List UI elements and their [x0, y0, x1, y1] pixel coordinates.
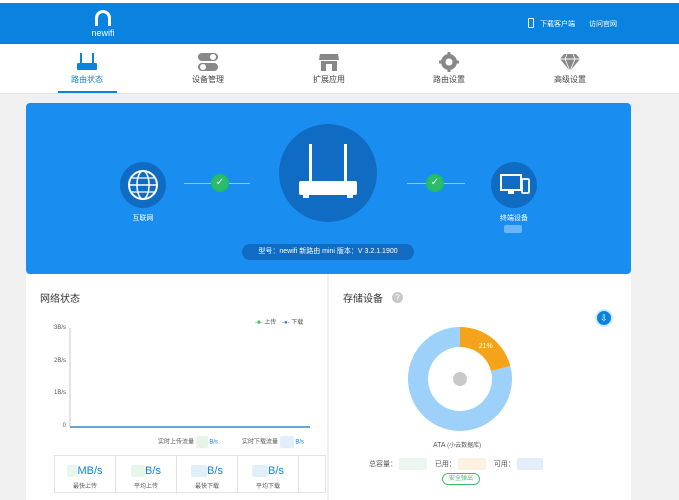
device-name: ATA: [433, 442, 446, 449]
realtime-download-unit: B/s: [295, 439, 305, 446]
active-tab-indicator: [58, 91, 117, 93]
main-nav: 路由状态 设备管理 扩展应用 路由设置 高级设置: [0, 44, 679, 94]
traffic-stats: MB/s 最快上传 B/s 平均上传 B/s 最快下载 B/s 平均下载: [54, 455, 326, 494]
router-icon: [77, 53, 97, 70]
device-note: (小云数据库): [447, 443, 482, 449]
tab-label: 扩展应用: [313, 75, 345, 84]
help-icon[interactable]: ?: [392, 292, 403, 303]
total-label: 总容量：: [369, 460, 397, 468]
stat-unit: B/s: [145, 465, 161, 477]
stat-label: 最快上传: [72, 484, 97, 490]
tab-device-management[interactable]: 设备管理: [168, 44, 248, 94]
devices-node[interactable]: [491, 162, 537, 208]
stat-unit: B/s: [268, 465, 284, 477]
router-node[interactable]: [279, 124, 377, 222]
stat-value: B/s: [177, 465, 237, 478]
internet-label: 互联网: [132, 215, 154, 222]
available-label: 可用：: [493, 460, 515, 468]
used-percent-label: 21%: [479, 343, 493, 350]
tab-router-status[interactable]: 路由状态: [47, 44, 127, 94]
tab-extension-apps[interactable]: 扩展应用: [289, 44, 369, 94]
realtime-upload: 实时上传流量 B/s: [158, 436, 218, 448]
stat-value: B/s: [238, 465, 298, 478]
stat-label: 平均下载: [255, 484, 280, 490]
storage-panel: 存储设备 ? ⇩ 21% ATA (小云数据库) 总容量： 已用： 可用： 安全…: [329, 274, 631, 500]
tab-label: 设备管理: [192, 75, 224, 84]
device-count-redacted: [504, 225, 522, 233]
tab-label: 路由状态: [71, 75, 103, 84]
toggle-icon: [198, 53, 218, 71]
internet-node[interactable]: [120, 162, 166, 208]
tab-label: 高级设置: [554, 75, 586, 84]
visit-official-link[interactable]: 访问官网: [589, 19, 617, 29]
redacted-value: [457, 458, 486, 470]
globe-icon: [128, 170, 158, 200]
stat-unit: B/s: [207, 465, 223, 477]
redacted-value: [398, 458, 427, 470]
stat-avg-download: B/s 平均下载: [238, 456, 299, 494]
network-status-panel: 网络状态 -■- 上传 -●- 下载 3B/s 2B/s 1B/s 0 实时上传…: [26, 274, 327, 500]
stat-value: B/s: [116, 465, 176, 478]
realtime-upload-label: 实时上传流量: [158, 439, 195, 446]
tab-advanced-settings[interactable]: 高级设置: [530, 44, 610, 94]
logo-text: newifi: [91, 28, 115, 38]
stat-max-download: B/s 最快下载: [177, 456, 238, 494]
realtime-upload-unit: B/s: [209, 439, 219, 446]
tab-label: 路由设置: [433, 75, 465, 84]
stat-unit: MB/s: [77, 465, 103, 477]
redacted-value: [195, 436, 208, 448]
panel-title: 存储设备: [343, 294, 383, 305]
safe-eject-button[interactable]: 安全弹出: [442, 473, 480, 485]
realtime-download: 实时下载流量 B/s: [242, 436, 304, 448]
router-icon: [299, 144, 357, 198]
redacted-value: [131, 465, 146, 478]
redacted-value: [279, 436, 294, 448]
storage-capacity: 总容量： 已用： 可用：: [369, 458, 543, 470]
stat-label: 最快下载: [194, 484, 219, 490]
logo-icon: [95, 10, 111, 26]
gear-icon: [439, 52, 459, 72]
phone-icon: [528, 18, 534, 28]
storage-donut: 21%: [408, 327, 512, 431]
download-client-link[interactable]: 下载客户端: [540, 19, 575, 29]
redacted-value: [67, 465, 78, 478]
redacted-value: [252, 465, 269, 478]
storage-device-name: ATA (小云数据库): [433, 440, 481, 449]
topology-panel: 互联网 ✓ ✓ 终端设备 型号：newifi 新路由 mini 版本：V 3.2…: [26, 103, 631, 274]
center-dot: [453, 372, 467, 386]
stat-label: 平均上传: [133, 484, 158, 490]
logo[interactable]: newifi: [88, 10, 118, 39]
devices-ok-icon: ✓: [426, 174, 444, 192]
store-icon: [319, 54, 339, 71]
stat-max-upload: MB/s 最快上传: [55, 456, 116, 494]
stat-value: MB/s: [55, 465, 115, 478]
redacted-value: [516, 458, 543, 470]
header-bar: newifi 下载客户端 访问官网: [0, 3, 679, 44]
diamond-icon: [560, 53, 580, 72]
redacted-value: [191, 465, 208, 478]
used-label: 已用：: [434, 460, 456, 468]
realtime-download-label: 实时下载流量: [242, 439, 279, 446]
stat-avg-upload: B/s 平均上传: [116, 456, 177, 494]
tab-router-settings[interactable]: 路由设置: [409, 44, 489, 94]
devices-label: 终端设备: [500, 215, 528, 222]
internet-ok-icon: ✓: [211, 174, 229, 192]
monitor-icon: [500, 174, 530, 194]
model-version-badge: 型号：newifi 新路由 mini 版本：V 3.2.1.1900: [242, 244, 414, 260]
